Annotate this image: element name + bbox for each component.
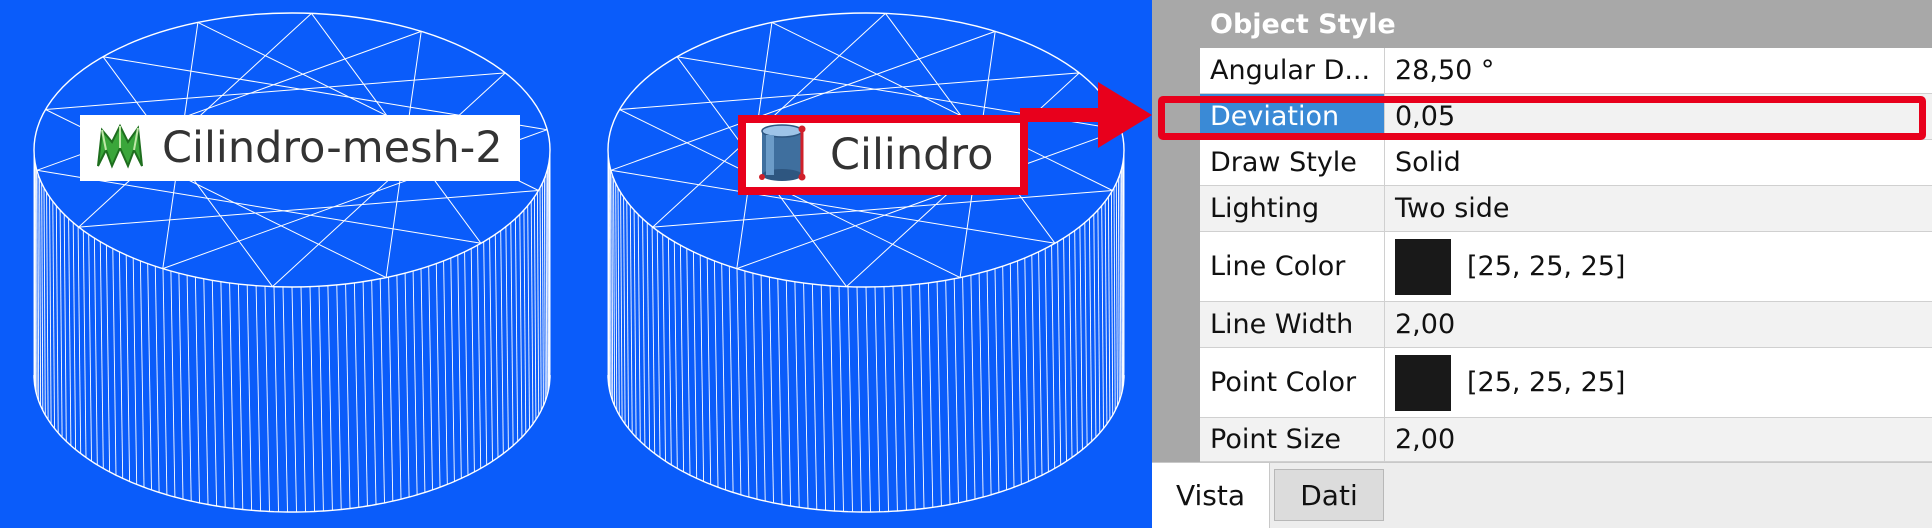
property-name: Line Color: [1200, 232, 1385, 301]
property-name: Point Color: [1200, 348, 1385, 417]
property-panel: Object Style Angular D... 28,50 ° Deviat…: [1152, 0, 1932, 527]
property-name: Angular D...: [1200, 48, 1385, 93]
panel-tab-bar: Vista Dati: [1152, 462, 1932, 528]
property-name: Draw Style: [1200, 140, 1385, 185]
mesh-object-label[interactable]: Cilindro-mesh-2: [80, 115, 520, 181]
annotation-arrow: [1020, 82, 1160, 152]
property-row-point-size[interactable]: Point Size 2,00: [1200, 418, 1932, 462]
mesh-cylinder-wireframe: [34, 13, 550, 512]
property-row-point-color[interactable]: Point Color [25, 25, 25]: [1200, 348, 1932, 418]
tab-vista[interactable]: Vista: [1152, 463, 1270, 528]
point-color-swatch[interactable]: [1395, 355, 1451, 411]
line-color-swatch[interactable]: [1395, 239, 1451, 295]
property-value[interactable]: 0,05: [1385, 94, 1455, 139]
property-value[interactable]: 2,00: [1385, 418, 1455, 461]
property-value[interactable]: Solid: [1385, 140, 1461, 185]
property-value[interactable]: [25, 25, 25]: [1385, 232, 1625, 301]
property-gutter: [1152, 0, 1200, 462]
3d-viewport[interactable]: Cilindro-mesh-2 Cilindro: [0, 0, 1150, 527]
cylinder-icon: [754, 123, 810, 187]
property-row-lighting[interactable]: Lighting Two side: [1200, 186, 1932, 232]
mesh-object-name: Cilindro-mesh-2: [162, 123, 503, 173]
property-row-line-width[interactable]: Line Width 2,00: [1200, 302, 1932, 348]
tab-dati[interactable]: Dati: [1274, 469, 1384, 521]
property-value[interactable]: 28,50 °: [1385, 48, 1494, 93]
property-row-angular-deflection[interactable]: Angular D... 28,50 °: [1200, 48, 1932, 94]
group-header-label: Object Style: [1200, 0, 1396, 48]
property-name: Point Size: [1200, 418, 1385, 461]
part-object-label[interactable]: Cilindro: [738, 115, 1028, 195]
property-value[interactable]: 2,00: [1385, 302, 1455, 347]
line-color-value: [25, 25, 25]: [1467, 251, 1625, 282]
point-color-value: [25, 25, 25]: [1467, 367, 1625, 398]
property-name: Line Width: [1200, 302, 1385, 347]
part-object-name: Cilindro: [830, 130, 993, 180]
property-name: Lighting: [1200, 186, 1385, 231]
cylinder-wireframes: [0, 0, 1150, 527]
property-value[interactable]: [25, 25, 25]: [1385, 348, 1625, 417]
property-row-deviation[interactable]: Deviation 0,05: [1200, 94, 1932, 140]
mesh-icon: [94, 120, 146, 176]
property-row-line-color[interactable]: Line Color [25, 25, 25]: [1200, 232, 1932, 302]
property-value[interactable]: Two side: [1385, 186, 1510, 231]
property-row-draw-style[interactable]: Draw Style Solid: [1200, 140, 1932, 186]
property-name: Deviation: [1200, 94, 1385, 139]
group-header-object-style[interactable]: Object Style: [1200, 0, 1932, 48]
